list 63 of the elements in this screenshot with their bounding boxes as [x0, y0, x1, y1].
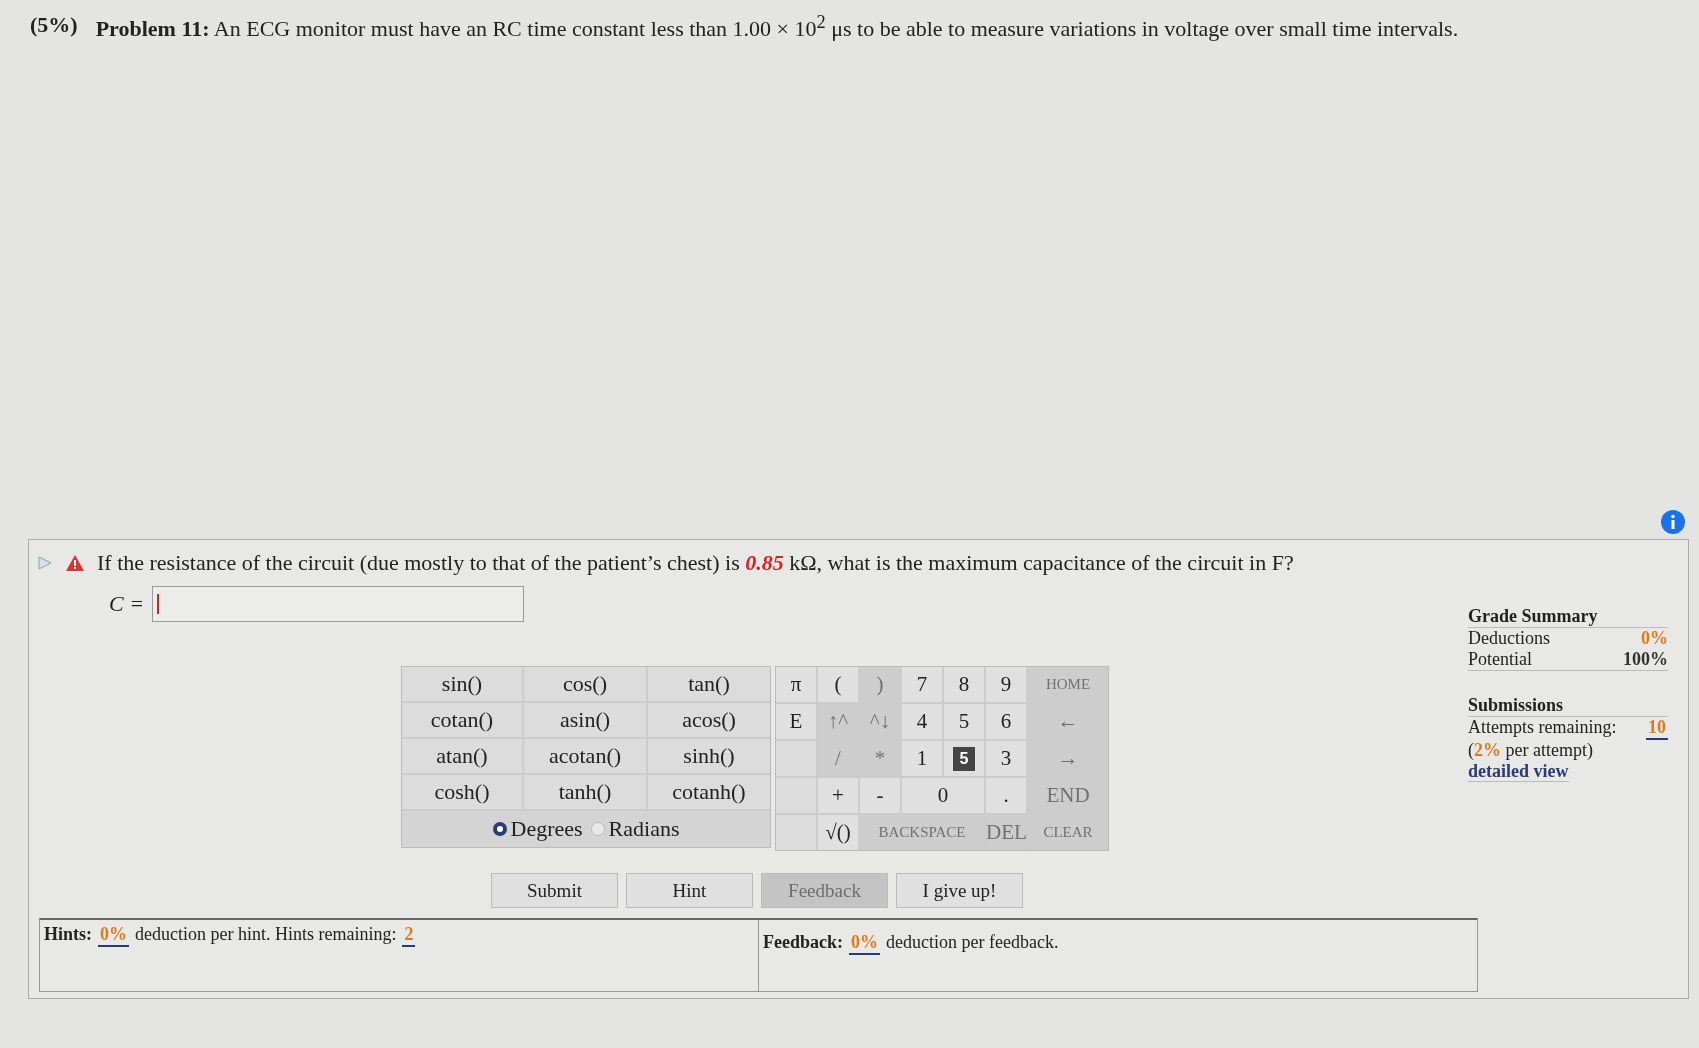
action-button[interactable]: Submit	[491, 873, 618, 908]
action-button[interactable]: I give up!	[896, 873, 1023, 908]
function-key[interactable]: acos()	[648, 703, 770, 737]
function-key[interactable]: cotan()	[402, 703, 522, 737]
feedback-text: deduction per feedback.	[886, 932, 1059, 953]
warning-icon	[65, 554, 85, 572]
keypad-key[interactable]: 1	[902, 741, 942, 776]
feedback-deduction: 0%	[849, 932, 880, 955]
hint-deduction: 0%	[98, 924, 129, 947]
tooltip: 5	[952, 746, 976, 771]
keypad-key[interactable]: 5	[944, 704, 984, 739]
function-key[interactable]: cotanh()	[648, 775, 770, 809]
keypad-key[interactable]: 9	[986, 667, 1026, 702]
summary-value: 100%	[1623, 649, 1668, 670]
keypad-key[interactable]: 3	[986, 741, 1026, 776]
grade-summary-title: Grade Summary	[1468, 606, 1668, 628]
keypad-key[interactable]: 0	[902, 778, 984, 813]
function-key[interactable]: sinh()	[648, 739, 770, 773]
keypad-key[interactable]: +	[818, 778, 858, 813]
problem-label: Problem 11:	[95, 16, 210, 42]
function-key[interactable]: cos()	[524, 667, 646, 701]
question-text: If the resistance of the circuit (due mostly to that of the patient’s chest) is 0.85 kΩ, what is the maximum capacitance of the circuit in F?	[97, 550, 1294, 576]
feedback-label: Feedback:	[763, 932, 843, 953]
answer-label: C =	[109, 591, 145, 617]
function-key[interactable]: tan()	[648, 667, 770, 701]
empty-key	[776, 741, 816, 776]
keypad-key[interactable]: (	[818, 667, 858, 702]
hints-text: deduction per hint. Hints remaining:	[135, 924, 397, 945]
angle-mode-radio[interactable]: Radians	[590, 816, 680, 842]
empty-key	[776, 815, 816, 850]
function-key[interactable]: cosh()	[402, 775, 522, 809]
keypad-key[interactable]: π	[776, 667, 816, 702]
keypad-key[interactable]: 6	[986, 704, 1026, 739]
submissions-title: Submissions	[1468, 695, 1668, 717]
keypad-key[interactable]: -	[860, 778, 900, 813]
hints-label: Hints:	[44, 924, 92, 945]
summary-label: Deductions	[1468, 628, 1550, 649]
attempt-penalty: (2% per attempt)	[1468, 740, 1594, 761]
function-key[interactable]: tanh()	[524, 775, 646, 809]
attempts-count: 10	[1646, 717, 1668, 740]
keypad-key[interactable]: 4	[902, 704, 942, 739]
summary-label: Potential	[1468, 649, 1532, 670]
keypad-key[interactable]: √()	[818, 815, 858, 850]
keypad-key[interactable]: .	[986, 778, 1026, 813]
function-key[interactable]: asin()	[524, 703, 646, 737]
summary-value: 0%	[1641, 628, 1668, 649]
keypad-key[interactable]: 7	[902, 667, 942, 702]
function-key[interactable]: acotan()	[524, 739, 646, 773]
expand-arrow-icon[interactable]	[37, 555, 53, 571]
keypad-key[interactable]: E	[776, 704, 816, 739]
function-key[interactable]: sin()	[402, 667, 522, 701]
hints-remaining: 2	[402, 924, 416, 947]
info-icon[interactable]	[1661, 510, 1685, 534]
detailed-view-link[interactable]: detailed view	[1468, 761, 1569, 782]
keypad-key[interactable]: 8	[944, 667, 984, 702]
problem-weight: (5%)	[30, 12, 78, 38]
answer-field[interactable]	[152, 586, 525, 622]
angle-mode-radio[interactable]: Degrees	[492, 816, 583, 842]
attempts-label: Attempts remaining:	[1468, 717, 1617, 739]
action-button[interactable]: Hint	[626, 873, 753, 908]
empty-key	[776, 778, 816, 813]
problem-text: An ECG monitor must have an RC time constant less than 1.00 × 10$^{2}$ μs to be able to measure variations in voltage over small time intervals.	[213, 16, 1459, 42]
function-key[interactable]: atan()	[402, 739, 522, 773]
